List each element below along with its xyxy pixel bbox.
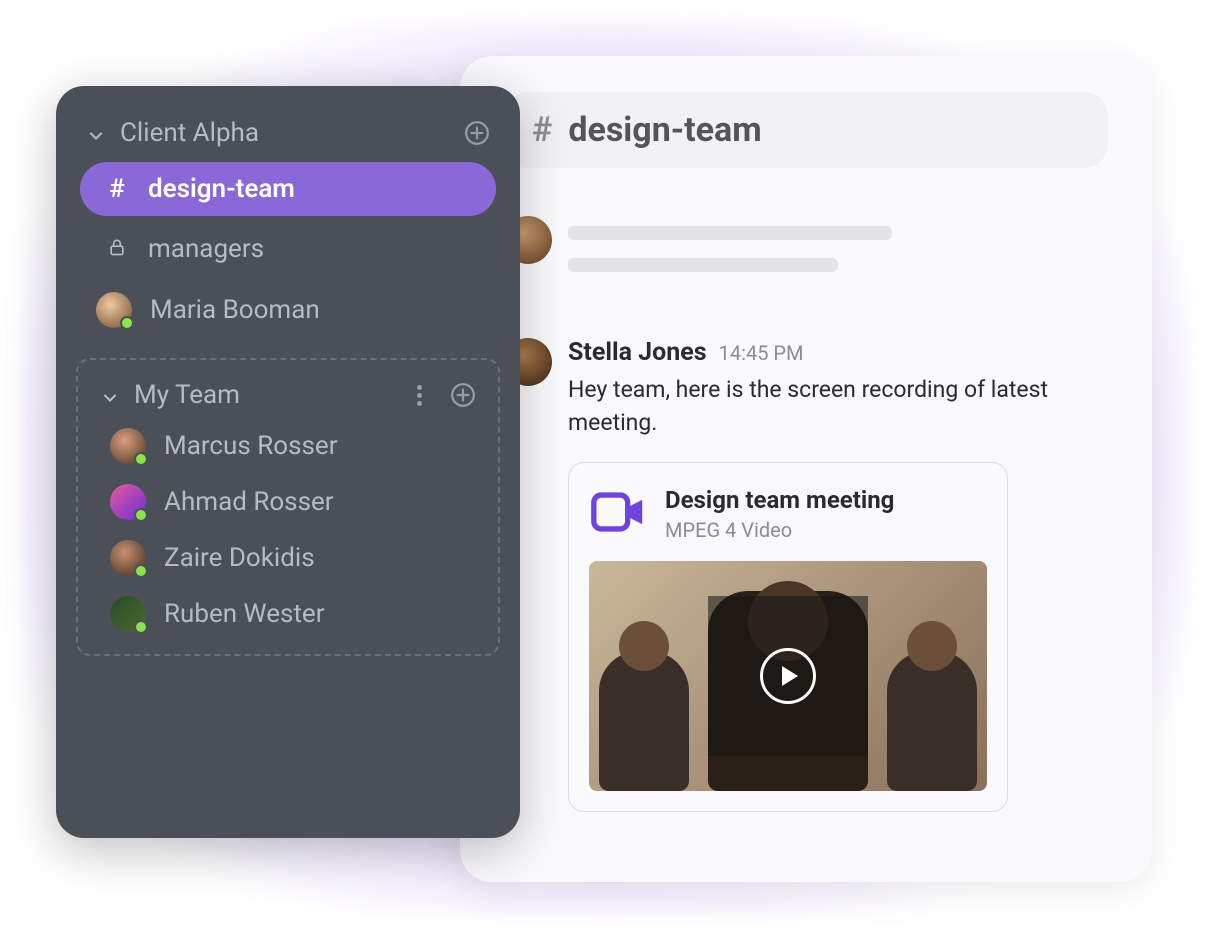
section-title: Client Alpha xyxy=(120,118,450,148)
avatar xyxy=(110,484,146,520)
message-author: Stella Jones xyxy=(568,338,707,367)
attachment-card[interactable]: Design team meeting MPEG 4 Video xyxy=(568,462,1008,812)
play-overlay[interactable] xyxy=(708,596,868,756)
channel-label: managers xyxy=(148,234,264,264)
video-thumbnail[interactable] xyxy=(589,561,987,791)
channel-name: design-team xyxy=(568,110,761,150)
section-header-my-team[interactable]: My Team xyxy=(90,372,486,418)
attachment-subtitle: MPEG 4 Video xyxy=(665,518,894,542)
avatar xyxy=(110,428,146,464)
placeholder-line xyxy=(568,226,892,240)
message-text: Hey team, here is the screen recording o… xyxy=(568,373,1108,440)
presence-indicator xyxy=(134,564,148,578)
dm-name: Zaire Dokidis xyxy=(164,543,315,573)
person-silhouette xyxy=(887,651,977,791)
chat-panel: # design-team Stella Jones 14:45 PM Hey … xyxy=(460,56,1152,882)
dm-item-ruben[interactable]: Ruben Wester xyxy=(90,586,486,642)
chevron-down-icon xyxy=(100,385,120,405)
dm-name: Maria Booman xyxy=(150,295,320,325)
my-team-section: My Team Marcus Rosser Ahmad Rosser Zaire… xyxy=(76,358,500,656)
presence-indicator xyxy=(134,508,148,522)
play-icon xyxy=(760,648,816,704)
dm-item-ahmad[interactable]: Ahmad Rosser xyxy=(90,474,486,530)
dm-item-marcus[interactable]: Marcus Rosser xyxy=(90,418,486,474)
message-row: Stella Jones 14:45 PM Hey team, here is … xyxy=(504,338,1108,812)
avatar xyxy=(110,596,146,632)
message-placeholder xyxy=(504,216,1108,290)
add-button[interactable] xyxy=(450,382,476,408)
presence-indicator xyxy=(120,316,134,330)
person-silhouette xyxy=(599,651,689,791)
sidebar: Client Alpha # design-team managers Mari… xyxy=(56,86,520,838)
channel-item-managers[interactable]: managers xyxy=(80,222,496,276)
presence-indicator xyxy=(134,620,148,634)
attachment-title: Design team meeting xyxy=(665,486,894,514)
section-title: My Team xyxy=(134,380,240,410)
channel-item-design-team[interactable]: # design-team xyxy=(80,162,496,216)
dm-name: Ruben Wester xyxy=(164,599,325,629)
dm-name: Marcus Rosser xyxy=(164,431,338,461)
lock-icon xyxy=(104,234,130,264)
message-time: 14:45 PM xyxy=(719,341,804,365)
avatar xyxy=(110,540,146,576)
avatar xyxy=(96,292,132,328)
dm-item-zaire[interactable]: Zaire Dokidis xyxy=(90,530,486,586)
more-menu-button[interactable] xyxy=(417,385,422,406)
channel-label: design-team xyxy=(148,174,295,204)
video-icon xyxy=(589,483,647,545)
presence-indicator xyxy=(134,452,148,466)
add-button[interactable] xyxy=(464,120,490,146)
hash-icon: # xyxy=(532,110,552,150)
hash-icon: # xyxy=(104,174,130,204)
placeholder-line xyxy=(568,258,838,272)
section-header-client-alpha[interactable]: Client Alpha xyxy=(76,110,500,156)
chevron-down-icon xyxy=(86,123,106,143)
channel-header: # design-team xyxy=(504,92,1108,168)
dm-name: Ahmad Rosser xyxy=(164,487,334,517)
dm-item-maria[interactable]: Maria Booman xyxy=(76,282,500,338)
